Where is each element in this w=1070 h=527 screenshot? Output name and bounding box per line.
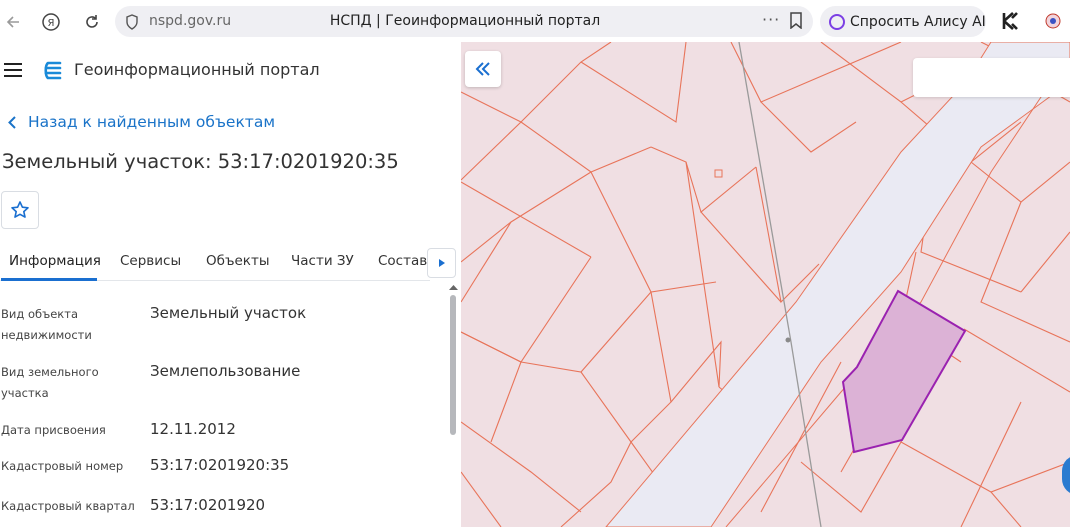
caret-right-icon — [438, 259, 445, 267]
tab-composition[interactable]: Состав — [378, 253, 427, 269]
property-label: Вид земельного участка — [1, 365, 99, 400]
property-value[interactable]: 53:17:0201920 — [150, 496, 265, 514]
browser-toolbar: Я nspd.gov.ru НСПД | Геоинформационный п… — [0, 0, 1070, 42]
menu-icon[interactable] — [4, 63, 22, 77]
property-label: Кадастровый квартал — [1, 499, 135, 513]
extension-icon[interactable] — [1044, 12, 1062, 30]
more-icon[interactable]: ··· — [762, 10, 780, 29]
property-value: 12.11.2012 — [150, 420, 236, 438]
page-title: Земельный участок: 53:17:0201920:35 — [2, 150, 399, 173]
bookmark-icon[interactable] — [789, 12, 803, 29]
double-chevron-left-icon — [475, 62, 490, 76]
tab-services[interactable]: Сервисы — [120, 253, 181, 269]
scrollbar-thumb[interactable] — [450, 295, 456, 435]
back-link[interactable]: Назад к найденным объектам — [8, 113, 275, 131]
favorite-button[interactable] — [1, 191, 39, 229]
collapse-panel-button[interactable] — [465, 51, 501, 87]
property-label: Дата присвоения — [1, 423, 106, 437]
road-edge — [725, 81, 1052, 527]
tabs-scroll-right-button[interactable] — [427, 248, 456, 278]
map-point — [785, 337, 791, 343]
extension-k-icon[interactable] — [1000, 10, 1022, 32]
star-icon — [11, 201, 29, 218]
map-canvas[interactable] — [461, 42, 1070, 527]
property-value: Земельный участок — [150, 304, 307, 322]
info-panel: Геоинформационный портал Назад к найденн… — [0, 42, 461, 527]
road — [605, 42, 1070, 527]
alice-button[interactable]: Спросить Алису AI — [820, 6, 986, 37]
scroll-up-arrow-icon[interactable] — [448, 283, 459, 291]
portal-name[interactable]: Геоинформационный портал — [74, 60, 320, 79]
back-link-label: Назад к найденным объектам — [28, 113, 276, 131]
tab-parts[interactable]: Части ЗУ — [291, 253, 354, 269]
property-label: Кадастровый номер — [1, 459, 124, 473]
tab-information[interactable]: Информация — [9, 253, 101, 269]
map-marker — [714, 169, 723, 178]
alice-label: Спросить Алису AI — [850, 14, 986, 30]
property-value: Землепользование — [150, 362, 301, 380]
tab-bar: Информация Сервисы Объекты Части ЗУ Сост… — [0, 245, 430, 281]
chevron-left-icon — [8, 115, 16, 129]
active-tab-indicator — [1, 278, 97, 281]
portal-logo-icon[interactable] — [42, 59, 64, 81]
property-label: Вид объекта недвижимости — [1, 307, 92, 342]
alice-icon — [829, 14, 845, 30]
cadastral-map[interactable] — [461, 42, 1070, 527]
tab-objects[interactable]: Объекты — [206, 253, 269, 269]
map-search-box[interactable] — [913, 58, 1070, 97]
property-value[interactable]: 53:17:0201920:35 — [150, 456, 289, 474]
